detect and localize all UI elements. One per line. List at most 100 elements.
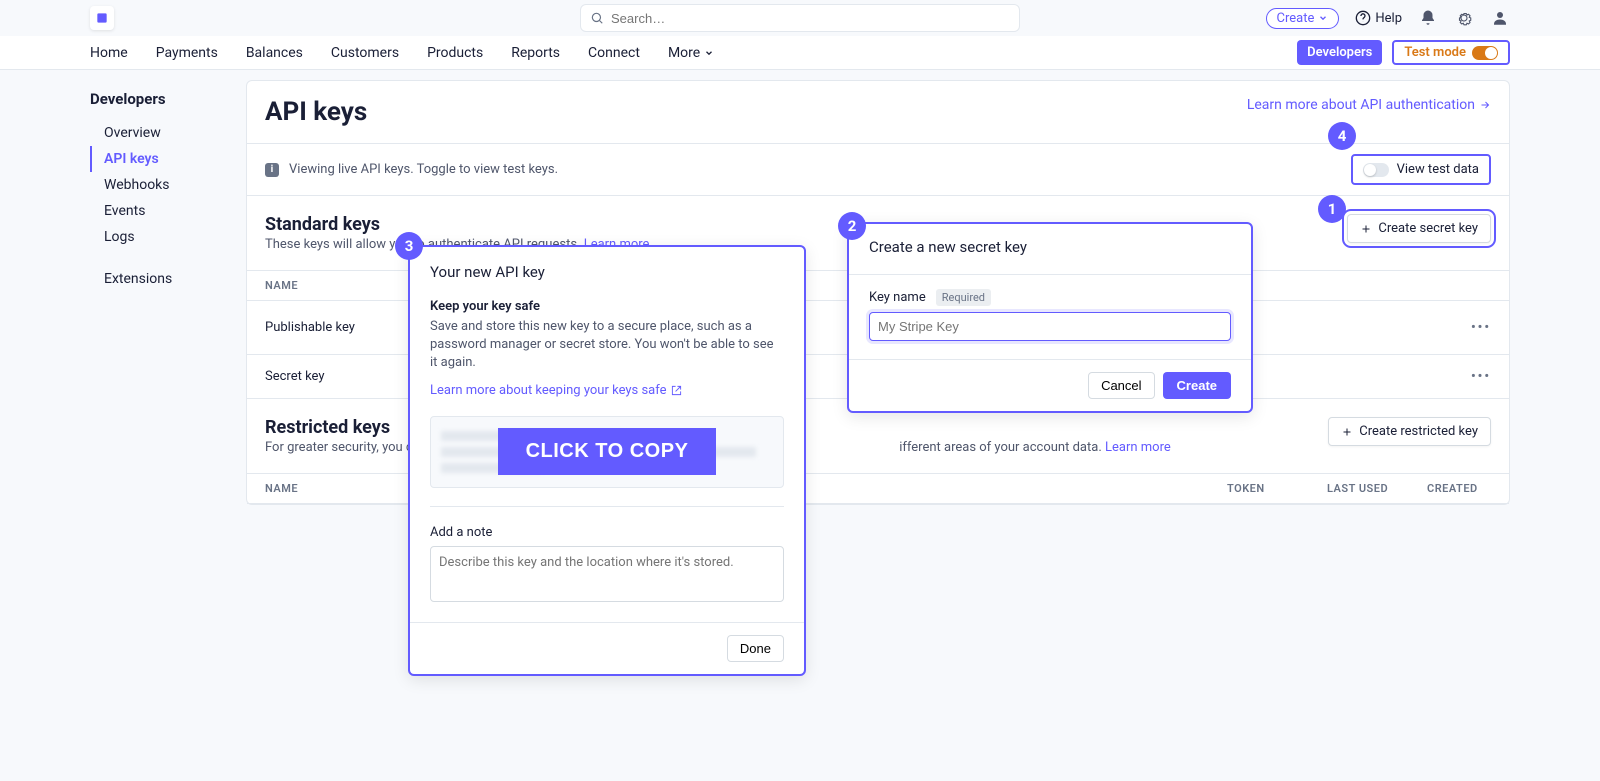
sidebar-item-events[interactable]: Events [90,198,246,224]
search-input[interactable] [580,4,1020,32]
create-button[interactable]: Create [1163,372,1231,399]
search-icon [590,11,604,25]
key-name-label: Key name [869,290,926,305]
nav-more-label: More [668,45,700,61]
nav-connect[interactable]: Connect [588,45,640,61]
row-menu-icon[interactable]: ••• [1471,320,1491,335]
sidebar-group-1: Overview API keys Webhooks Events Logs [90,120,246,250]
notice-text-wrap: i Viewing live API keys. Toggle to view … [265,162,558,177]
restricted-learn-more[interactable]: Learn more [1105,440,1171,455]
nav-payments[interactable]: Payments [156,45,218,61]
app-logo[interactable] [90,6,114,30]
learn-auth-label: Learn more about API authentication [1247,97,1475,113]
create-restricted-key-button[interactable]: Create restricted key [1328,417,1491,446]
done-button[interactable]: Done [727,635,784,662]
sidebar-title: Developers [90,90,246,120]
keep-safe-text: Save and store this new key to a secure … [430,318,784,373]
step-badge-3: 3 [395,232,423,260]
settings-button[interactable] [1454,8,1474,28]
nav-right: Developers Test mode [1297,40,1510,65]
view-test-data-toggle[interactable]: View test data [1351,154,1491,185]
external-link-icon [671,385,682,396]
nav-items: Home Payments Balances Customers Product… [90,45,714,61]
create-key-dialog: Create a new secret key Key name Require… [847,222,1253,413]
step-badge-1: 1 [1318,195,1346,223]
bell-icon [1419,9,1437,27]
new-key-footer: Done [410,622,804,674]
switch-off-icon [1363,163,1389,177]
new-key-title: Your new API key [430,263,784,281]
help-icon [1355,10,1371,26]
topbar-right: Create Help [1266,8,1511,29]
dialog-header: Create a new secret key [849,224,1251,275]
key-copy-area: CLICK TO COPY [430,416,784,488]
create-secret-label: Create secret key [1378,221,1478,236]
page-title: API keys [265,97,367,127]
gear-icon [1455,9,1473,27]
keep-safe-link-label: Learn more about keeping your keys safe [430,383,667,398]
sidebar-item-logs[interactable]: Logs [90,224,246,250]
create-button[interactable]: Create [1266,8,1340,29]
info-icon: i [265,163,279,177]
plus-icon [1341,426,1353,438]
keep-safe-link[interactable]: Learn more about keeping your keys safe [430,383,784,398]
search-container [580,4,1020,32]
dialog-footer: Cancel Create [849,359,1251,411]
cancel-button[interactable]: Cancel [1088,372,1154,399]
add-note-label: Add a note [430,506,784,540]
note-textarea[interactable] [430,546,784,602]
test-mode-pill[interactable]: Test mode [1392,40,1510,65]
profile-button[interactable] [1490,8,1510,28]
nav-products[interactable]: Products [427,45,483,61]
row-menu-icon[interactable]: ••• [1471,369,1491,384]
dialog-title: Create a new secret key [869,238,1231,256]
create-restricted-label: Create restricted key [1359,424,1478,439]
main-layout: Developers Overview API keys Webhooks Ev… [0,70,1600,505]
sidebar-item-webhooks[interactable]: Webhooks [90,172,246,198]
nav-balances[interactable]: Balances [246,45,303,61]
col-token: TOKEN [1209,474,1309,504]
plus-icon [1360,223,1372,235]
restricted-sub-2: ifferent areas of your account data. [899,440,1102,455]
sidebar-group-2: Extensions [90,266,246,292]
col-created: CREATED [1409,474,1509,504]
keep-safe-heading: Keep your key safe [430,299,784,314]
help-link[interactable]: Help [1355,10,1402,26]
help-label: Help [1375,11,1402,26]
sidebar-item-overview[interactable]: Overview [90,120,246,146]
new-key-body: Your new API key Keep your key safe Save… [410,247,804,622]
nav-reports[interactable]: Reports [511,45,560,61]
field-row: Key name Required [869,289,1231,306]
test-mode-toggle[interactable] [1472,46,1498,60]
col-last-used: LAST USED [1309,474,1409,504]
nav-home[interactable]: Home [90,45,128,61]
create-label: Create [1277,11,1315,26]
chevron-down-icon [1318,13,1328,23]
view-test-label: View test data [1397,162,1479,177]
notifications-button[interactable] [1418,8,1438,28]
panel-header: API keys Learn more about API authentica… [247,81,1509,127]
stripe-icon [95,11,109,25]
test-mode-label: Test mode [1404,45,1466,60]
topbar: Create Help [0,0,1600,36]
notice-text: Viewing live API keys. Toggle to view te… [289,162,558,177]
developers-pill[interactable]: Developers [1297,40,1382,65]
restricted-sub-1: For greater security, you c [265,440,413,455]
dialog-body: Key name Required [849,275,1251,359]
sidebar-item-api-keys[interactable]: API keys [90,146,246,172]
arrow-right-icon [1479,99,1491,111]
create-secret-key-button[interactable]: Create secret key [1347,214,1491,243]
sidebar: Developers Overview API keys Webhooks Ev… [90,70,246,505]
nav-customers[interactable]: Customers [331,45,399,61]
nav-more[interactable]: More [668,45,714,61]
key-name-input[interactable] [869,312,1231,341]
sidebar-item-extensions[interactable]: Extensions [90,266,246,292]
chevron-down-icon [704,48,714,58]
learn-auth-link[interactable]: Learn more about API authentication [1247,97,1491,113]
required-badge: Required [936,289,991,306]
user-icon [1491,9,1509,27]
step-badge-4: 4 [1328,122,1356,150]
content: API keys Learn more about API authentica… [246,70,1510,505]
notice-bar: i Viewing live API keys. Toggle to view … [247,143,1509,196]
click-to-copy-button[interactable]: CLICK TO COPY [498,428,717,475]
